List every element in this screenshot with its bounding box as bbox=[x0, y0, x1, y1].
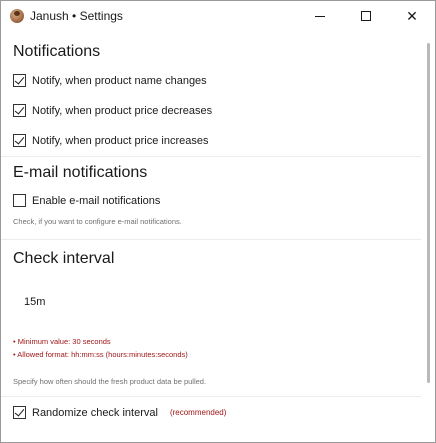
randomize-checkbox[interactable] bbox=[13, 406, 26, 419]
enable-email-checkbox[interactable] bbox=[13, 194, 26, 207]
section-divider bbox=[1, 239, 421, 240]
settings-window: Janush • Settings ✕ Notifications Notify… bbox=[0, 0, 436, 443]
recommended-badge: (recommended) bbox=[169, 408, 227, 417]
interval-input[interactable]: 15m bbox=[13, 289, 409, 321]
app-icon bbox=[10, 9, 24, 23]
maximize-icon bbox=[361, 11, 371, 21]
notify-price-decrease-row[interactable]: Notify, when product price decreases bbox=[13, 104, 212, 117]
enable-email-label[interactable]: Enable e-mail notifications bbox=[32, 195, 160, 207]
close-icon: ✕ bbox=[406, 7, 418, 24]
interval-heading: Check interval bbox=[13, 250, 115, 267]
email-hint: Check, if you want to configure e-mail n… bbox=[13, 217, 182, 226]
interval-hint: Specify how often should the fresh produ… bbox=[13, 377, 207, 386]
settings-content: Notifications Notify, when product name … bbox=[1, 31, 423, 442]
vertical-scrollbar[interactable] bbox=[423, 31, 435, 442]
notify-price-decrease-checkbox[interactable] bbox=[13, 104, 26, 117]
notify-name-change-checkbox[interactable] bbox=[13, 74, 26, 87]
scrollbar-thumb[interactable] bbox=[427, 43, 430, 383]
minimize-icon bbox=[315, 15, 325, 17]
window-title: Janush • Settings bbox=[30, 9, 123, 23]
section-divider bbox=[1, 156, 421, 157]
interval-error-min: • Minimum value: 30 seconds bbox=[13, 337, 111, 346]
notify-price-decrease-label[interactable]: Notify, when product price decreases bbox=[32, 105, 212, 117]
title-bar[interactable]: Janush • Settings ✕ bbox=[1, 1, 435, 31]
email-heading: E-mail notifications bbox=[13, 164, 148, 181]
close-button[interactable]: ✕ bbox=[389, 1, 435, 31]
notify-price-increase-checkbox[interactable] bbox=[13, 134, 26, 147]
minimize-button[interactable] bbox=[297, 1, 343, 31]
section-divider bbox=[1, 396, 421, 397]
notify-price-increase-row[interactable]: Notify, when product price increases bbox=[13, 134, 209, 147]
randomize-label[interactable]: Randomize check interval bbox=[32, 407, 158, 419]
enable-email-row[interactable]: Enable e-mail notifications bbox=[13, 194, 160, 207]
maximize-button[interactable] bbox=[343, 1, 389, 31]
notify-price-increase-label[interactable]: Notify, when product price increases bbox=[32, 135, 209, 147]
notifications-heading: Notifications bbox=[13, 43, 101, 60]
interval-error-format: • Allowed format: hh:mm:ss (hours:minute… bbox=[13, 350, 188, 359]
randomize-row[interactable]: Randomize check interval (recommended) bbox=[13, 406, 226, 419]
notify-name-change-row[interactable]: Notify, when product name changes bbox=[13, 74, 207, 87]
notify-name-change-label[interactable]: Notify, when product name changes bbox=[32, 75, 207, 87]
interval-input-value[interactable]: 15m bbox=[24, 296, 45, 308]
